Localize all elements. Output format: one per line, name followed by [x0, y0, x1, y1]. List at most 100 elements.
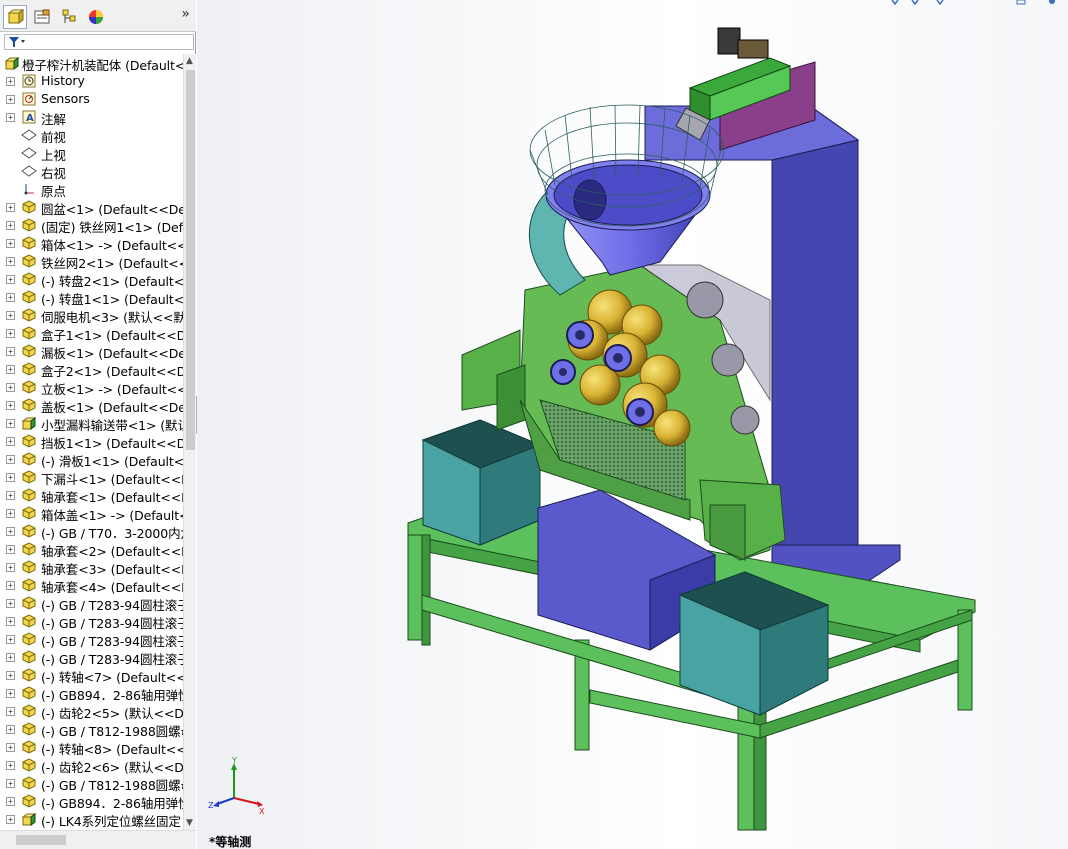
expand-toggle-icon[interactable]: + — [6, 617, 15, 626]
tree-item[interactable]: + 伺服电机<3> (默认<<默认 — [0, 306, 183, 324]
expand-toggle-icon[interactable]: + — [6, 563, 15, 572]
expand-toggle-icon[interactable]: + — [6, 779, 15, 788]
tree-item[interactable]: + (-) GB / T812-1988圆螺母 — [0, 774, 183, 792]
expand-toggle-icon[interactable]: + — [6, 491, 15, 500]
tree-item[interactable]: + 盒子2<1> (Default<<De — [0, 360, 183, 378]
tree-item[interactable]: +前视 — [0, 126, 183, 144]
tree-item[interactable]: + (-) GB / T283-94圆柱滚子 — [0, 648, 183, 666]
tree-item[interactable]: + (固定) 铁丝网1<1> (Defa — [0, 216, 183, 234]
tree-item[interactable]: + 立板<1> -> (Default<<D — [0, 378, 183, 396]
tree-item[interactable]: + (-) GB / T283-94圆柱滚子 — [0, 630, 183, 648]
tree-item[interactable]: + (-) LK4系列定位螺丝固定 — [0, 810, 183, 828]
expand-toggle-icon[interactable]: + — [6, 311, 15, 320]
tree-item[interactable]: + 漏板<1> (Default<<Defa — [0, 342, 183, 360]
expand-toggle-icon[interactable]: + — [6, 653, 15, 662]
tree-item[interactable]: + 盖板<1> (Default<<Defa — [0, 396, 183, 414]
tree-item[interactable]: + (-) 转轴<8> (Default<<D — [0, 738, 183, 756]
expand-toggle-icon[interactable]: + — [6, 689, 15, 698]
expand-toggle-icon[interactable]: + — [6, 347, 15, 356]
tree-item[interactable]: + 铁丝网2<1> (Default<<D — [0, 252, 183, 270]
tree-item[interactable]: + A 注解 — [0, 108, 183, 126]
expand-toggle-icon[interactable]: + — [6, 221, 15, 230]
expand-toggle-icon[interactable]: + — [6, 203, 15, 212]
tree-item[interactable]: + 盒子1<1> (Default<<De — [0, 324, 183, 342]
expand-toggle-icon[interactable]: + — [6, 77, 15, 86]
expand-toggle-icon[interactable]: + — [6, 257, 15, 266]
tree-item[interactable]: + (-) GB / T283-94圆柱滚子 — [0, 594, 183, 612]
feature-tree-vertical-scrollbar[interactable]: ▲ ▼ — [183, 54, 196, 830]
expand-tabs-icon[interactable]: » — [181, 6, 190, 22]
scrollbar-thumb[interactable] — [186, 70, 195, 450]
tree-item[interactable]: + 轴承套<1> (Default<<De — [0, 486, 183, 504]
expand-toggle-icon[interactable]: + — [6, 581, 15, 590]
expand-toggle-icon[interactable]: + — [6, 725, 15, 734]
expand-toggle-icon[interactable]: + — [6, 635, 15, 644]
expand-toggle-icon[interactable]: + — [6, 419, 15, 428]
expand-toggle-icon[interactable]: + — [6, 707, 15, 716]
tree-item[interactable]: + (-) 转轴<7> (Default<<D — [0, 666, 183, 684]
tree-item[interactable]: + (-) GB / T283-94圆柱滚子 — [0, 612, 183, 630]
tree-item[interactable]: + 箱体<1> -> (Default<<D — [0, 234, 183, 252]
tree-item[interactable]: + (-) 转盘1<1> (Default<< — [0, 288, 183, 306]
coordinate-triad: Y X Z — [208, 756, 265, 816]
tree-item[interactable]: + (-) 滑板1<1> (Default<< — [0, 450, 183, 468]
tree-item[interactable]: + (-) GB894．2-86轴用弹性 — [0, 684, 183, 702]
expand-toggle-icon[interactable]: + — [6, 239, 15, 248]
expand-toggle-icon[interactable]: + — [6, 599, 15, 608]
expand-toggle-icon[interactable]: + — [6, 455, 15, 464]
tree-root-item[interactable]: 橙子榨汁机装配体 (Default<< — [0, 54, 183, 72]
tree-item[interactable]: + 箱体盖<1> -> (Default< — [0, 504, 183, 522]
expand-toggle-icon[interactable]: + — [6, 473, 15, 482]
scroll-up-icon[interactable]: ▲ — [186, 56, 193, 66]
expand-toggle-icon[interactable]: + — [6, 545, 15, 554]
scroll-down-icon[interactable]: ▼ — [186, 818, 193, 828]
expand-toggle-icon[interactable]: + — [6, 671, 15, 680]
expand-toggle-icon[interactable]: + — [6, 275, 15, 284]
expand-toggle-icon[interactable]: + — [6, 365, 15, 374]
tree-item[interactable]: + (-) 齿轮2<5> (默认<<De — [0, 702, 183, 720]
expand-toggle-icon[interactable]: + — [6, 95, 15, 104]
tree-item[interactable]: + (-) GB / T70．3-2000内六 — [0, 522, 183, 540]
tree-item[interactable]: + 小型漏料输送带<1> (默认 — [0, 414, 183, 432]
expand-toggle-icon[interactable]: + — [6, 527, 15, 536]
tree-item[interactable]: + 圆盆<1> (Default<<Defa — [0, 198, 183, 216]
tree-item[interactable]: + (-) 转盘2<1> (Default<< — [0, 270, 183, 288]
tree-item[interactable]: + (-) 齿轮2<6> (默认<<De — [0, 756, 183, 774]
expand-toggle-icon[interactable]: + — [6, 509, 15, 518]
tab-configuration-manager[interactable] — [57, 5, 81, 29]
tree-item[interactable]: + Sensors — [0, 90, 183, 108]
expand-toggle-icon[interactable]: + — [6, 329, 15, 338]
tree-item[interactable]: + (-) GB / T812-1988圆螺母 — [0, 720, 183, 738]
assembly-model[interactable] — [197, 0, 1068, 849]
expand-toggle-icon[interactable]: + — [6, 113, 15, 122]
feature-tree-horizontal-scrollbar[interactable] — [0, 830, 196, 849]
scrollbar-thumb[interactable] — [16, 835, 66, 845]
filter-icon[interactable] — [8, 36, 26, 51]
expand-toggle-icon[interactable]: + — [6, 743, 15, 752]
expand-toggle-icon[interactable]: + — [6, 797, 15, 806]
graphics-viewport[interactable]: Y X Z *等轴测 — [197, 0, 1068, 849]
feature-tree-filter-bar[interactable] — [4, 34, 194, 50]
tree-item[interactable]: +原点 — [0, 180, 183, 198]
expand-toggle-icon[interactable]: + — [6, 761, 15, 770]
collection-bin-left[interactable] — [421, 419, 542, 546]
feed-funnel[interactable] — [545, 159, 711, 276]
tree-item[interactable]: + History — [0, 72, 183, 90]
tab-display-manager[interactable] — [84, 5, 108, 29]
expand-toggle-icon[interactable]: + — [6, 401, 15, 410]
tree-item[interactable]: + 轴承套<3> (Default<<De — [0, 558, 183, 576]
tab-property-manager[interactable] — [30, 5, 54, 29]
tree-item[interactable]: + 下漏斗<1> (Default<<De — [0, 468, 183, 486]
tree-item[interactable]: + 轴承套<2> (Default<<De — [0, 540, 183, 558]
expand-toggle-icon[interactable]: + — [6, 815, 15, 824]
expand-toggle-icon[interactable]: + — [6, 293, 15, 302]
expand-toggle-icon[interactable]: + — [6, 383, 15, 392]
tree-item[interactable]: + (-) GB894．2-86轴用弹性 — [0, 792, 183, 810]
expand-toggle-icon[interactable]: + — [6, 437, 15, 446]
tree-item[interactable]: +上视 — [0, 144, 183, 162]
tree-item-label: (-) GB894．2-86轴用弹性 — [41, 796, 183, 810]
tree-item[interactable]: + 挡板1<1> (Default<<De — [0, 432, 183, 450]
tree-item[interactable]: + 轴承套<4> (Default<<De — [0, 576, 183, 594]
tab-feature-tree[interactable] — [3, 5, 27, 29]
tree-item[interactable]: +右视 — [0, 162, 183, 180]
